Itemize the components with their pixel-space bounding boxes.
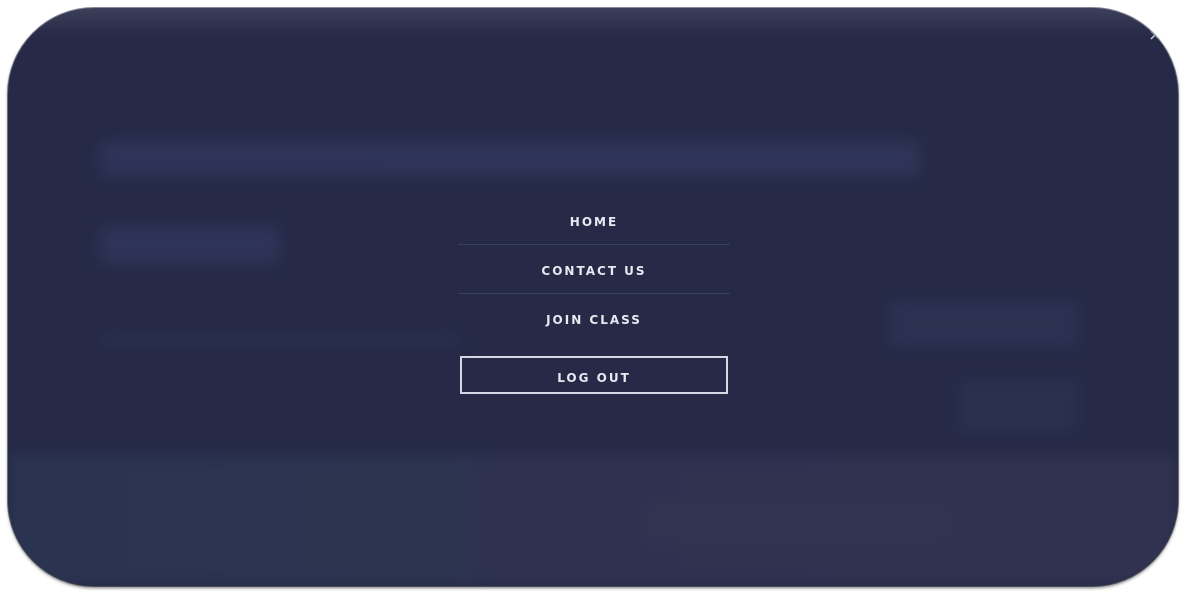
background-text-line <box>100 334 460 344</box>
menu-item-home[interactable]: HOME <box>458 196 730 245</box>
navigation-menu: HOME CONTACT US JOIN CLASS LOG OUT <box>458 196 730 394</box>
background-button-blurred <box>958 380 1078 432</box>
app-window: HOME CONTACT US JOIN CLASS LOG OUT <box>8 8 1178 586</box>
background-input-blurred <box>888 300 1078 348</box>
background-footer <box>8 454 1178 586</box>
close-icon[interactable] <box>1150 30 1160 40</box>
menu-item-contact-us[interactable]: CONTACT US <box>458 245 730 294</box>
background-footer-block <box>648 508 948 538</box>
logout-button[interactable]: LOG OUT <box>460 356 728 394</box>
menu-item-join-class[interactable]: JOIN CLASS <box>458 294 730 342</box>
